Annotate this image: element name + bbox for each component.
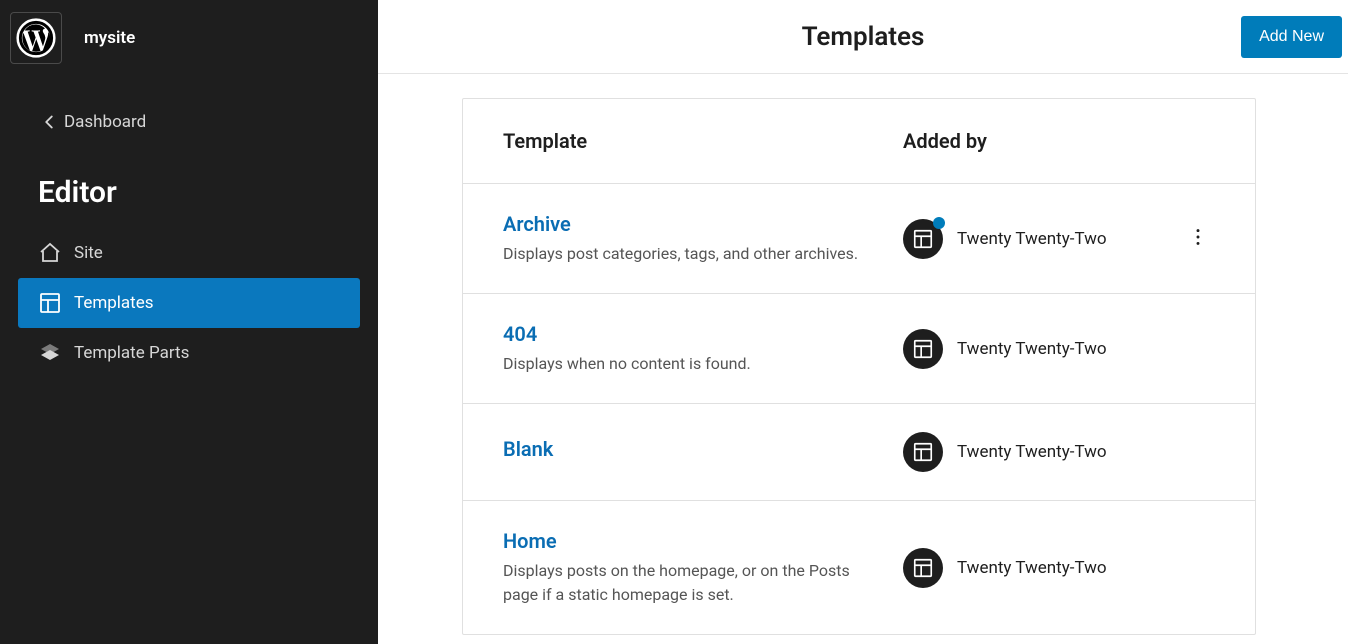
template-cell: Archive Displays post categories, tags, … <box>503 212 903 265</box>
layout-icon <box>38 291 66 315</box>
theme-avatar <box>903 548 943 588</box>
theme-name: Twenty Twenty-Two <box>957 558 1107 578</box>
sidebar-item-site[interactable]: Site <box>18 228 360 278</box>
site-logo[interactable] <box>10 12 62 64</box>
chevron-left-icon <box>38 111 60 133</box>
template-link[interactable]: Home <box>503 529 557 553</box>
sidebar-item-label: Template Parts <box>74 343 189 363</box>
page-title: Templates <box>802 22 925 52</box>
theme-name: Twenty Twenty-Two <box>957 442 1107 462</box>
addedby-cell: Twenty Twenty-Two <box>903 548 1163 588</box>
theme-avatar <box>903 432 943 472</box>
table-header-row: Template Added by <box>463 99 1255 184</box>
theme-name: Twenty Twenty-Two <box>957 229 1107 249</box>
main-header: Templates Add New <box>378 0 1348 74</box>
addedby-cell: Twenty Twenty-Two <box>903 432 1163 472</box>
template-link[interactable]: Blank <box>503 437 553 461</box>
layout-icon <box>912 338 934 360</box>
theme-avatar <box>903 329 943 369</box>
back-to-dashboard[interactable]: Dashboard <box>0 99 378 145</box>
template-link[interactable]: Archive <box>503 212 571 236</box>
template-cell: 404 Displays when no content is found. <box>503 322 903 375</box>
sidebar-item-templates[interactable]: Templates <box>18 278 360 328</box>
sidebar-item-label: Site <box>74 243 103 263</box>
addedby-cell: Twenty Twenty-Two <box>903 329 1163 369</box>
wordpress-icon <box>16 18 56 58</box>
customized-dot-icon <box>933 217 945 229</box>
templates-table: Template Added by Archive Displays post … <box>462 98 1256 635</box>
col-header-addedby: Added by <box>903 129 1163 153</box>
row-actions-button[interactable] <box>1181 220 1215 257</box>
layout-icon <box>912 228 934 250</box>
template-cell: Blank <box>503 437 903 467</box>
add-new-button[interactable]: Add New <box>1241 16 1342 58</box>
template-description: Displays when no content is found. <box>503 352 863 375</box>
sidebar-item-template-parts[interactable]: Template Parts <box>18 328 360 378</box>
home-icon <box>38 241 66 265</box>
template-description: Displays posts on the homepage, or on th… <box>503 559 863 605</box>
site-name: mysite <box>84 28 135 48</box>
table-row: Home Displays posts on the homepage, or … <box>463 501 1255 633</box>
template-parts-icon <box>38 341 66 365</box>
back-label: Dashboard <box>64 112 146 132</box>
main: Templates Add New Template Added by Arch… <box>378 0 1348 644</box>
table-row: Archive Displays post categories, tags, … <box>463 184 1255 294</box>
col-header-template: Template <box>503 129 903 153</box>
template-link[interactable]: 404 <box>503 322 537 346</box>
sidebar-header: mysite <box>0 0 378 75</box>
template-description: Displays post categories, tags, and othe… <box>503 242 863 265</box>
layout-icon <box>912 441 934 463</box>
more-vertical-icon <box>1187 226 1209 248</box>
sidebar-nav: Site Templates Template Parts <box>0 228 378 378</box>
table-row: Blank Twenty Twenty-Two <box>463 404 1255 501</box>
addedby-cell: Twenty Twenty-Two <box>903 219 1163 259</box>
layout-icon <box>912 557 934 579</box>
template-cell: Home Displays posts on the homepage, or … <box>503 529 903 605</box>
content: Template Added by Archive Displays post … <box>378 74 1348 644</box>
table-row: 404 Displays when no content is found. T… <box>463 294 1255 404</box>
theme-name: Twenty Twenty-Two <box>957 339 1107 359</box>
sidebar: mysite Dashboard Editor Site Templates T… <box>0 0 378 644</box>
sidebar-item-label: Templates <box>74 293 154 313</box>
sidebar-section-title: Editor <box>0 145 378 228</box>
theme-avatar <box>903 219 943 259</box>
